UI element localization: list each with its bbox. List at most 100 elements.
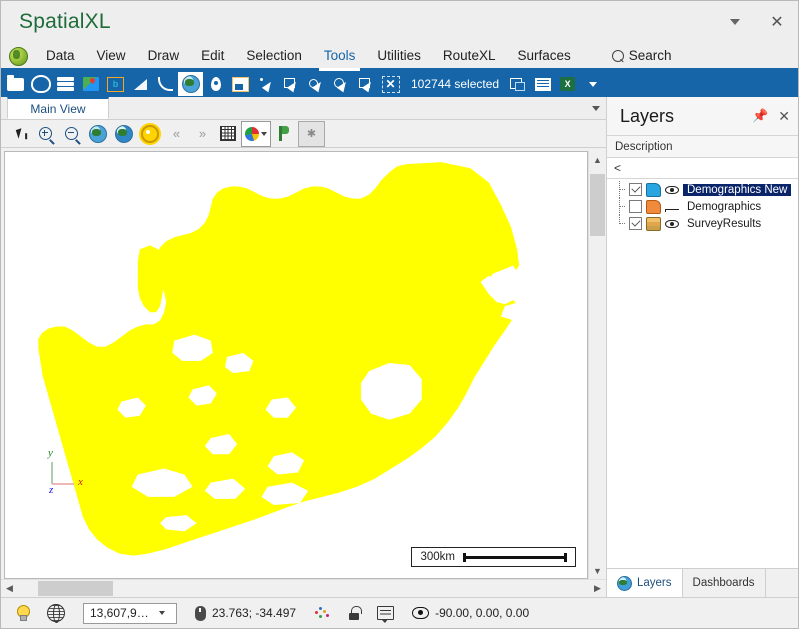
triangle-measure-icon[interactable] bbox=[128, 72, 153, 96]
map-vertical-scrollbar[interactable]: ▲ ▼ bbox=[588, 151, 606, 579]
select-rect-icon[interactable] bbox=[278, 72, 303, 96]
status-projection[interactable] bbox=[38, 598, 74, 628]
globe-zoom-extent-icon[interactable] bbox=[85, 122, 110, 146]
window-map-icon[interactable] bbox=[228, 72, 253, 96]
favorite-star-icon[interactable]: ✱ bbox=[298, 120, 325, 147]
tab-dashboards[interactable]: Dashboards bbox=[682, 569, 766, 597]
status-hint[interactable] bbox=[7, 598, 38, 628]
globe-icon bbox=[617, 575, 632, 591]
view-tabs-overflow-button[interactable] bbox=[586, 97, 606, 119]
vscroll-track[interactable] bbox=[589, 168, 606, 562]
axis-label-z: z bbox=[49, 484, 54, 496]
layer-name: Demographics bbox=[687, 200, 762, 213]
status-points[interactable] bbox=[305, 598, 339, 628]
pin-icon[interactable]: 📌 bbox=[752, 108, 768, 124]
curve-tool-icon[interactable] bbox=[153, 72, 178, 96]
menu-item-surfaces[interactable]: Surfaces bbox=[506, 45, 581, 68]
layer-checkbox[interactable] bbox=[629, 200, 642, 213]
note-icon bbox=[377, 606, 395, 623]
zoom-in-icon[interactable] bbox=[33, 122, 58, 146]
scale-combo[interactable]: 13,607,9… bbox=[83, 602, 177, 624]
layer-row-surveyresults[interactable]: SurveyResults bbox=[607, 215, 798, 232]
menu-item-tools[interactable]: Tools bbox=[313, 45, 367, 71]
globe-view-icon[interactable] bbox=[178, 72, 203, 96]
status-bar: 13,607,9… 23.763; -34.497 -90.00, 0.00, … bbox=[1, 597, 798, 628]
select-polygon-icon[interactable] bbox=[353, 72, 378, 96]
chevron-down-icon bbox=[158, 611, 165, 615]
search-icon bbox=[609, 47, 627, 64]
scroll-right-icon[interactable]: ▶ bbox=[589, 580, 606, 597]
layers-panel-header: Layers 📌 ✕ bbox=[607, 97, 798, 135]
next-extent-icon[interactable]: » bbox=[189, 122, 214, 146]
map-pin-icon[interactable] bbox=[203, 72, 228, 96]
vscroll-thumb[interactable] bbox=[590, 174, 605, 236]
layer-row-demographics[interactable]: Demographics bbox=[607, 198, 798, 215]
hscroll-thumb[interactable] bbox=[38, 581, 113, 596]
eye-closed-icon[interactable] bbox=[665, 202, 679, 212]
scalebar-label: 300km bbox=[420, 551, 455, 563]
menu-item-edit[interactable]: Edit bbox=[190, 45, 235, 68]
layers-column-header[interactable]: Description bbox=[607, 135, 798, 158]
window-dropdown-button[interactable] bbox=[714, 1, 756, 42]
menu-item-routexl[interactable]: RouteXL bbox=[432, 45, 507, 68]
layer-checkbox[interactable] bbox=[629, 183, 642, 196]
menu-item-selection[interactable]: Selection bbox=[235, 45, 313, 68]
window-controls: ✕ bbox=[714, 1, 798, 42]
layers-tree: Demographics New Demographics SurveyResu… bbox=[607, 179, 798, 568]
menu-item-utilities[interactable]: Utilities bbox=[366, 45, 432, 68]
tab-layers[interactable]: Layers bbox=[607, 569, 683, 597]
tree-line bbox=[615, 215, 625, 232]
search-label: Search bbox=[628, 48, 672, 63]
thematic-palette-button[interactable] bbox=[241, 120, 271, 147]
select-point-icon[interactable] bbox=[253, 72, 278, 96]
palette-icon[interactable] bbox=[28, 72, 53, 96]
open-folder-icon[interactable] bbox=[3, 72, 28, 96]
map-image-icon[interactable] bbox=[78, 72, 103, 96]
tab-layers-label: Layers bbox=[637, 577, 672, 589]
menu-item-draw[interactable]: Draw bbox=[137, 45, 191, 68]
clear-selection-icon[interactable]: ✕ bbox=[378, 72, 403, 96]
tab-main-view[interactable]: Main View bbox=[7, 97, 109, 119]
bounding-box-icon[interactable]: b bbox=[103, 72, 128, 96]
scroll-down-icon[interactable]: ▼ bbox=[589, 562, 606, 579]
eye-open-icon[interactable] bbox=[665, 219, 679, 229]
grid-icon[interactable] bbox=[215, 122, 240, 146]
layers-filter-row[interactable]: < bbox=[607, 158, 798, 179]
close-icon[interactable]: ✕ bbox=[778, 108, 790, 125]
pointer-icon[interactable] bbox=[7, 122, 32, 146]
lightbulb-icon bbox=[16, 605, 30, 621]
toolbar-overflow-button[interactable] bbox=[580, 72, 605, 96]
selection-copy-icon[interactable] bbox=[505, 72, 530, 96]
select-lasso-icon[interactable] bbox=[328, 72, 353, 96]
status-lock[interactable] bbox=[339, 598, 368, 628]
menu-item-data[interactable]: Data bbox=[35, 45, 86, 68]
export-excel-icon[interactable]: X bbox=[555, 72, 580, 96]
app-globe-icon[interactable] bbox=[1, 44, 35, 68]
status-annotation[interactable] bbox=[368, 598, 403, 628]
scroll-left-icon[interactable]: ◀ bbox=[1, 580, 18, 597]
binoculars-icon[interactable] bbox=[665, 185, 679, 195]
window-close-button[interactable]: ✕ bbox=[756, 1, 798, 42]
settings-gear-icon[interactable] bbox=[137, 122, 162, 146]
hscroll-track[interactable] bbox=[18, 580, 589, 597]
scale-value: 13,607,9… bbox=[90, 606, 149, 620]
menu-search[interactable]: Search bbox=[608, 45, 682, 68]
globe-zoom-selected-icon[interactable] bbox=[111, 122, 136, 146]
map-horizontal-scrollbar[interactable]: ◀ ▶ bbox=[1, 579, 606, 597]
bookmark-flag-icon[interactable] bbox=[272, 122, 297, 146]
map-canvas[interactable]: y x z 300km bbox=[4, 151, 588, 579]
unlocked-padlock-icon bbox=[348, 606, 363, 620]
view-angles-value: -90.00, 0.00, 0.00 bbox=[435, 606, 530, 620]
app-title: SpatialXL bbox=[19, 9, 111, 33]
attribute-table-icon[interactable] bbox=[530, 72, 555, 96]
layers-icon[interactable] bbox=[53, 72, 78, 96]
south-africa-map bbox=[38, 162, 524, 556]
scroll-up-icon[interactable]: ▲ bbox=[589, 151, 606, 168]
status-scale[interactable]: 13,607,9… bbox=[74, 598, 186, 628]
zoom-out-icon[interactable] bbox=[59, 122, 84, 146]
menu-item-view[interactable]: View bbox=[86, 45, 137, 68]
layer-row-demographics-new[interactable]: Demographics New bbox=[607, 181, 798, 198]
previous-extent-icon[interactable]: « bbox=[163, 122, 188, 146]
select-circle-icon[interactable] bbox=[303, 72, 328, 96]
layer-checkbox[interactable] bbox=[629, 217, 642, 230]
